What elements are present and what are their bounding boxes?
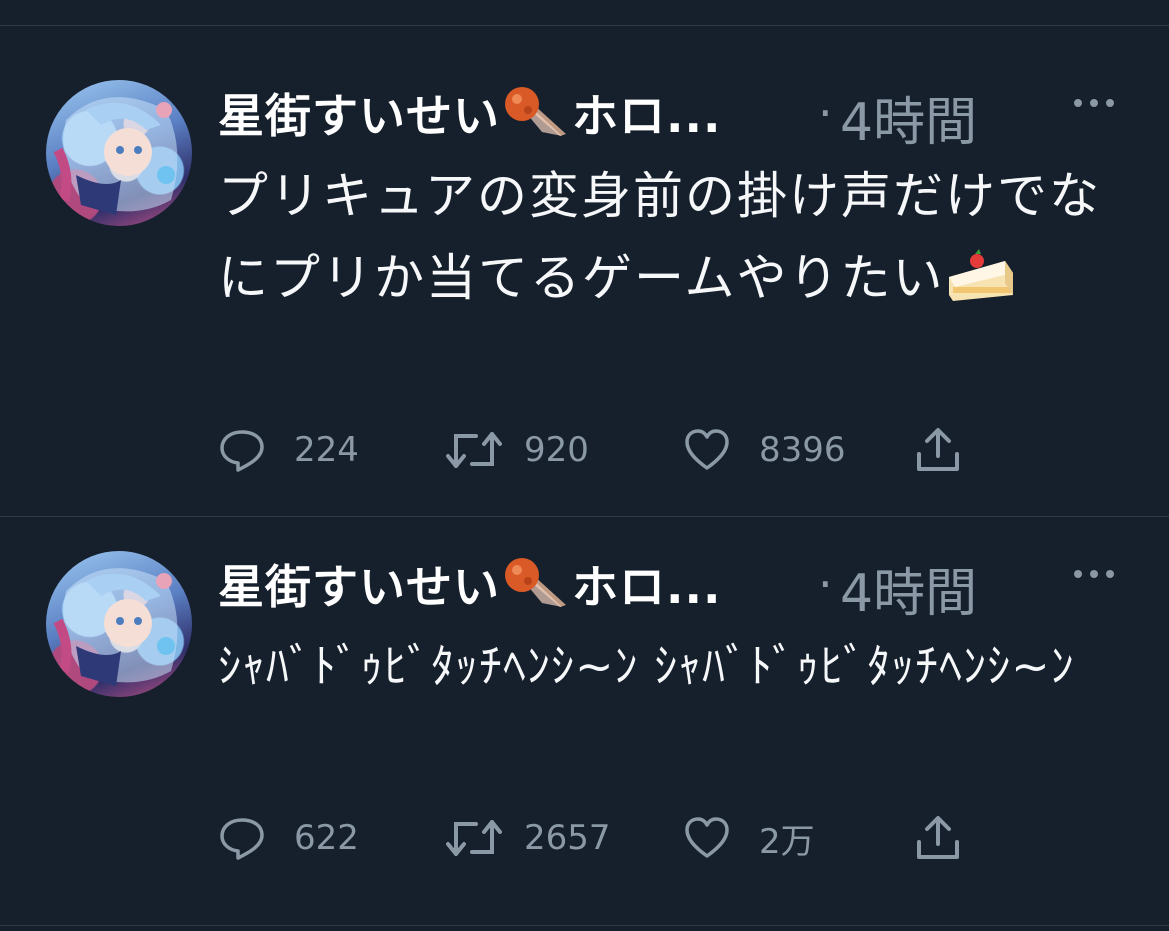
more-icon[interactable] (1070, 559, 1118, 589)
retweet-button[interactable]: 920 (446, 425, 589, 475)
like-button[interactable]: 2万 (683, 813, 815, 863)
retweet-icon (446, 820, 502, 856)
reply-button[interactable]: 622 (218, 813, 359, 863)
tweet-text: ｼｬﾊﾞﾄﾞｩﾋﾞﾀｯﾁﾍﾝｼ~ﾝ ｼｬﾊﾞﾄﾞｩﾋﾞﾀｯﾁﾍﾝｼ~ﾝ (218, 622, 1118, 710)
author-name: 星街すいせい (218, 560, 500, 614)
avatar[interactable] (46, 551, 192, 697)
tweet-actions: 622 2657 2万 (218, 813, 978, 863)
tweet-text: プリキュアの変身前の掛け声だけでなにプリか当てるゲームやりたい (218, 155, 1118, 319)
separator-dot: · (818, 86, 833, 140)
like-button[interactable]: 8396 (683, 425, 846, 475)
retweet-button[interactable]: 2657 (446, 813, 611, 863)
reply-icon (220, 430, 264, 472)
avatar-image (53, 97, 178, 215)
author-display-name[interactable]: 星街すいせい ホロ... (218, 80, 721, 146)
author-name-suffix: ホロ... (572, 89, 722, 143)
like-count: 8396 (759, 430, 846, 470)
comet-emoji-icon (502, 86, 568, 138)
retweet-count: 2657 (524, 818, 611, 858)
tweet-header: 星街すいせい ホロ... · 4時間 (218, 80, 1148, 153)
shortcake-emoji-icon (945, 243, 1017, 303)
retweet-icon (446, 432, 502, 468)
reply-icon (220, 818, 264, 860)
retweet-count: 920 (524, 430, 589, 470)
share-button[interactable] (914, 813, 962, 863)
avatar-image (53, 568, 178, 686)
more-icon[interactable] (1070, 88, 1118, 118)
tweet-actions: 224 920 8396 (218, 425, 978, 475)
reply-button[interactable]: 224 (218, 425, 359, 475)
heart-icon (685, 817, 729, 858)
reply-count: 224 (294, 430, 359, 470)
share-icon (917, 428, 959, 471)
avatar[interactable] (46, 80, 192, 226)
share-button[interactable] (914, 425, 962, 475)
separator-dot: · (818, 557, 833, 611)
tweet-card[interactable]: 星街すいせい ホロ... · 4時間 プリキュアの変身前の掛け声だけでなにプリか… (0, 0, 1169, 516)
like-count: 2万 (759, 821, 815, 862)
tweet-timestamp[interactable]: 4時間 (840, 551, 977, 626)
tweet-header: 星街すいせい ホロ... · 4時間 (218, 551, 1148, 624)
reply-count: 622 (294, 818, 359, 858)
heart-icon (685, 429, 729, 470)
author-name-suffix: ホロ... (572, 560, 722, 614)
timeline-feed: 星街すいせい ホロ... · 4時間 プリキュアの変身前の掛け声だけでなにプリか… (0, 0, 1169, 931)
divider (0, 925, 1169, 926)
tweet-card[interactable]: 星街すいせい ホロ... · 4時間 ｼｬﾊﾞﾄﾞｩﾋﾞﾀｯﾁﾍﾝｼ~ﾝ ｼｬﾊ… (0, 516, 1169, 926)
author-name: 星街すいせい (218, 89, 500, 143)
author-display-name[interactable]: 星街すいせい ホロ... (218, 551, 721, 617)
share-icon (917, 816, 959, 859)
tweet-body: ｼｬﾊﾞﾄﾞｩﾋﾞﾀｯﾁﾍﾝｼ~ﾝ ｼｬﾊﾞﾄﾞｩﾋﾞﾀｯﾁﾍﾝｼ~ﾝ (218, 639, 1075, 693)
tweet-timestamp[interactable]: 4時間 (840, 80, 977, 155)
comet-emoji-icon (502, 557, 568, 609)
